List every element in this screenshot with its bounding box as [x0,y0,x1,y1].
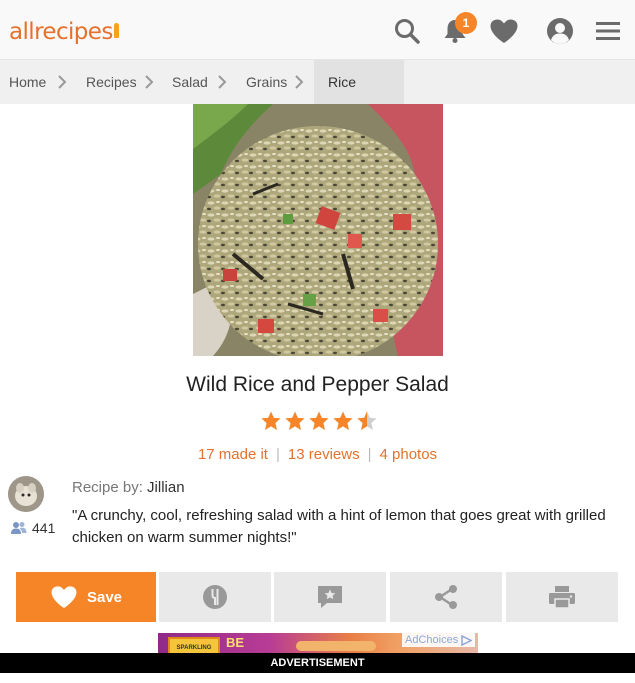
heart-icon [51,586,77,609]
user-icon [547,18,573,44]
notifications-button[interactable]: 1 [440,12,477,46]
favorites-button[interactable] [489,16,519,46]
recipe-stats: 17 made it | 13 reviews | 4 photos [0,446,635,463]
star-full-icon [261,411,281,430]
followers-count: 441 [32,520,56,536]
print-button[interactable] [506,572,618,622]
star-full-icon [285,411,305,430]
heart-icon [490,19,518,43]
review-icon [318,586,342,608]
review-button[interactable] [274,572,386,622]
recipe-by-label: Recipe by: [72,479,143,496]
adchoices-link[interactable]: AdChoices [402,633,476,647]
ad-headline: BE [226,635,245,650]
chevron-right-icon [58,75,67,89]
top-header: allrecipes 1 [0,0,635,60]
recipe-by: Recipe by: Jillian [72,479,185,496]
profile-button[interactable] [545,16,575,46]
recipe-photo[interactable] [193,104,443,356]
author-followers[interactable]: 441 [11,520,55,536]
star-full-icon [309,411,329,430]
breadcrumb-salad[interactable]: Salad [172,60,208,104]
breadcrumb-rice-salad[interactable]: Rice Salad [314,60,404,134]
author-avatar[interactable] [8,476,44,512]
recipe-description: "A crunchy, cool, refreshing salad with … [72,507,606,546]
menu-icon [596,22,620,40]
made-it-count[interactable]: 17 made it [198,446,268,463]
ad-product-tag-text: SPARKLING [176,645,212,651]
stats-divider: | [275,446,280,463]
advertisement-label: ADVERTISEMENT [0,653,635,673]
ad-graphic [296,641,376,651]
print-icon [549,586,575,609]
chevron-right-icon [218,75,227,89]
stats-divider: | [367,446,372,463]
adchoices-label: AdChoices [405,634,459,646]
adchoices-icon [461,634,473,646]
chevron-right-icon [145,75,154,89]
followers-icon [11,522,27,534]
breadcrumb-grains[interactable]: Grains [246,60,287,104]
breadcrumb-recipes[interactable]: Recipes [86,60,137,104]
breadcrumb-home[interactable]: Home [9,60,46,104]
made-it-button[interactable] [159,572,271,622]
share-button[interactable] [390,572,502,622]
star-full-icon [333,411,353,430]
author-name[interactable]: Jillian [147,479,185,496]
made-it-icon [203,585,227,609]
menu-button[interactable] [593,16,623,46]
photos-link[interactable]: 4 photos [380,446,438,463]
breadcrumb: Home Recipes Salad Grains Rice Salad [0,60,635,134]
chevron-right-icon [295,75,304,89]
logo-spoon-icon [113,23,119,38]
save-button[interactable]: Save [16,572,156,622]
allrecipes-logo[interactable]: allrecipes [9,19,119,45]
star-half-icon [357,411,377,430]
reviews-link[interactable]: 13 reviews [288,446,360,463]
notification-badge: 1 [455,12,477,34]
search-button[interactable] [392,16,422,46]
save-label: Save [86,588,123,606]
share-icon [435,585,457,609]
recipe-title: Wild Rice and Pepper Salad [186,373,449,396]
rating-stars[interactable] [260,410,380,434]
search-icon [395,19,420,44]
